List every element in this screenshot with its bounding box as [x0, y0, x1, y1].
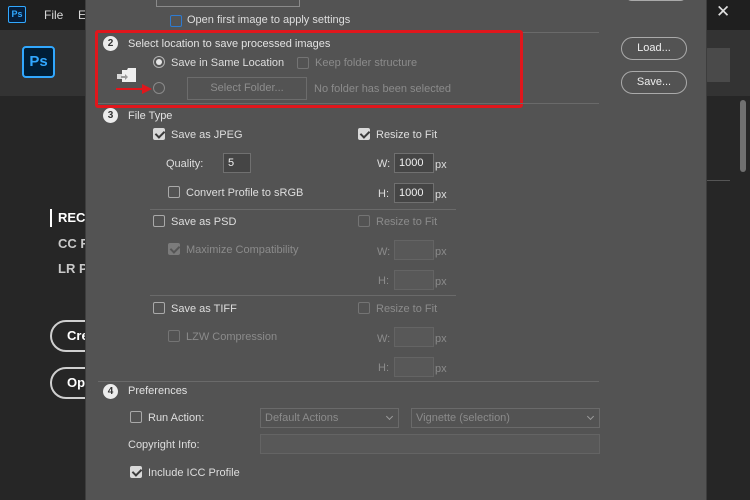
tiff-width-unit: px [435, 333, 447, 345]
save-as-tiff-label: Save as TIFF [171, 303, 237, 315]
jpeg-width-input[interactable]: 1000 [394, 153, 434, 173]
save-as-psd-label: Save as PSD [171, 216, 237, 228]
save-as-jpeg-label: Save as JPEG [171, 129, 243, 141]
include-icc-checkbox[interactable] [130, 466, 142, 478]
psd-height-label: H: [378, 275, 389, 287]
lzw-compression-label: LZW Compression [186, 331, 278, 343]
jpeg-height-label: H: [378, 188, 389, 200]
tiff-height-unit: px [435, 363, 447, 375]
psd-resize-checkbox[interactable] [358, 215, 370, 227]
include-icc-label: Include ICC Profile [148, 467, 240, 479]
active-indicator [50, 209, 52, 227]
copyright-label: Copyright Info: [128, 439, 200, 451]
save-as-tiff-checkbox[interactable] [153, 302, 165, 314]
tiff-width-label: W: [377, 333, 391, 345]
lzw-compression-checkbox[interactable] [168, 330, 180, 342]
convert-srgb-checkbox[interactable] [168, 186, 180, 198]
section-separator [98, 381, 599, 382]
jpeg-resize-checkbox[interactable] [358, 128, 370, 140]
save-as-jpeg-checkbox[interactable] [153, 128, 165, 140]
psd-height-input[interactable] [394, 270, 434, 290]
tiff-height-input[interactable] [394, 357, 434, 377]
open-first-image-checkbox[interactable] [170, 15, 182, 27]
section-separator [98, 103, 599, 104]
jpeg-height-input[interactable]: 1000 [394, 183, 434, 203]
tiff-resize-label: Resize to Fit [376, 303, 438, 315]
load-button[interactable]: Load... [621, 37, 687, 60]
save-settings-button[interactable]: Save... [621, 71, 687, 94]
chevron-down-icon [385, 412, 394, 421]
photoshop-app-icon: Ps [8, 6, 26, 23]
jpeg-height-unit: px [435, 189, 447, 201]
select-folder-button-partial[interactable] [156, 0, 300, 7]
sidebar-item-recent[interactable]: REC [58, 210, 85, 225]
jpeg-width-unit: px [435, 159, 447, 171]
jpeg-width-label: W: [377, 158, 391, 170]
psd-height-unit: px [435, 276, 447, 288]
open-first-image-label: Open first image to apply settings [187, 14, 351, 26]
search-field-edge[interactable] [706, 48, 730, 82]
tiff-width-input[interactable] [394, 327, 434, 347]
sidebar-item-lr-photos[interactable]: LR P [58, 261, 88, 276]
scrollbar-thumb[interactable] [740, 100, 746, 172]
filetype-separator [150, 295, 456, 296]
run-button-partial[interactable] [626, 0, 686, 1]
psd-resize-label: Resize to Fit [376, 216, 438, 228]
close-icon[interactable]: ✕ [716, 2, 730, 22]
psd-width-input[interactable] [394, 240, 434, 260]
chevron-down-icon [586, 412, 595, 421]
psd-width-label: W: [377, 246, 391, 258]
action-value: Vignette (selection) [416, 412, 510, 424]
section-4-title: Preferences [128, 385, 188, 397]
tiff-height-label: H: [378, 362, 389, 374]
action-set-value: Default Actions [265, 412, 339, 424]
photoshop-logo: Ps [22, 46, 55, 78]
sidebar-item-cc-files[interactable]: CC F [58, 236, 88, 251]
psd-width-unit: px [435, 246, 447, 258]
copyright-input[interactable] [260, 434, 600, 454]
quality-label: Quality: [166, 158, 204, 170]
divider [706, 180, 730, 181]
run-action-checkbox[interactable] [130, 411, 142, 423]
highlight-box [95, 30, 523, 108]
tiff-resize-checkbox[interactable] [358, 302, 370, 314]
image-processor-dialog: Open first image to apply settings 2 Sel… [85, 0, 707, 500]
action-dropdown[interactable]: Vignette (selection) [411, 408, 600, 428]
jpeg-resize-label: Resize to Fit [376, 129, 438, 141]
section-3-title: File Type [128, 110, 173, 122]
run-action-label: Run Action: [148, 412, 205, 424]
quality-input[interactable]: 5 [223, 153, 251, 173]
action-set-dropdown[interactable]: Default Actions [260, 408, 399, 428]
step-3-badge: 3 [103, 108, 118, 123]
filetype-separator [150, 209, 456, 210]
convert-srgb-label: Convert Profile to sRGB [186, 187, 304, 199]
maximize-compat-checkbox[interactable] [168, 243, 180, 255]
step-4-badge: 4 [103, 384, 118, 399]
save-as-psd-checkbox[interactable] [153, 215, 165, 227]
maximize-compat-label: Maximize Compatibility [186, 244, 299, 256]
menu-file[interactable]: File [44, 8, 63, 22]
